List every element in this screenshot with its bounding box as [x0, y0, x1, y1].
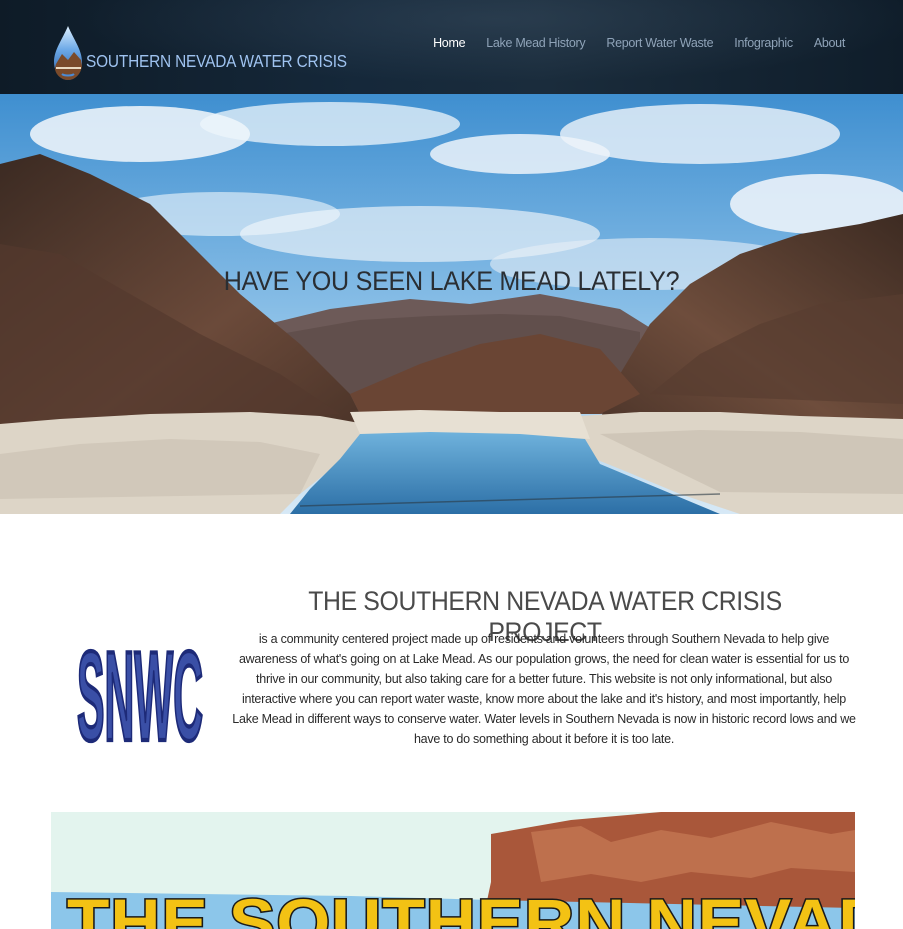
hero-title: HAVE YOU SEEN LAKE MEAD LATELY? [223, 266, 680, 296]
main-nav: Home Lake Mead History Report Water Wast… [412, 36, 845, 50]
infographic-preview[interactable]: THE SOUTHERN NEVADA [51, 812, 855, 929]
project-description: is a community centered project made up … [232, 632, 856, 746]
nav-home[interactable]: Home [433, 36, 465, 50]
site-header: SOUTHERN NEVADA WATER CRISIS Home Lake M… [0, 0, 903, 94]
hero-banner: HAVE YOU SEEN LAKE MEAD LATELY? [0, 94, 903, 514]
nav-report-water-waste[interactable]: Report Water Waste [606, 36, 713, 50]
nav-infographic[interactable]: Infographic [734, 36, 793, 50]
water-drop-logo-icon [54, 26, 82, 80]
site-logo-text: SOUTHERN NEVADA WATER CRISIS [86, 50, 347, 71]
infographic-title: THE SOUTHERN NEVADA [65, 884, 855, 929]
nav-lake-mead-history[interactable]: Lake Mead History [486, 36, 585, 50]
site-logo[interactable]: SOUTHERN NEVADA WATER CRISIS [52, 24, 382, 84]
snwc-logo-text: SNWC [77, 626, 203, 760]
nav-about[interactable]: About [814, 36, 845, 50]
snwc-logo-letters: SNWC [75, 624, 205, 760]
snwc-logo: SNWC [75, 624, 205, 760]
lake-mead-canyon-image [0, 94, 903, 514]
